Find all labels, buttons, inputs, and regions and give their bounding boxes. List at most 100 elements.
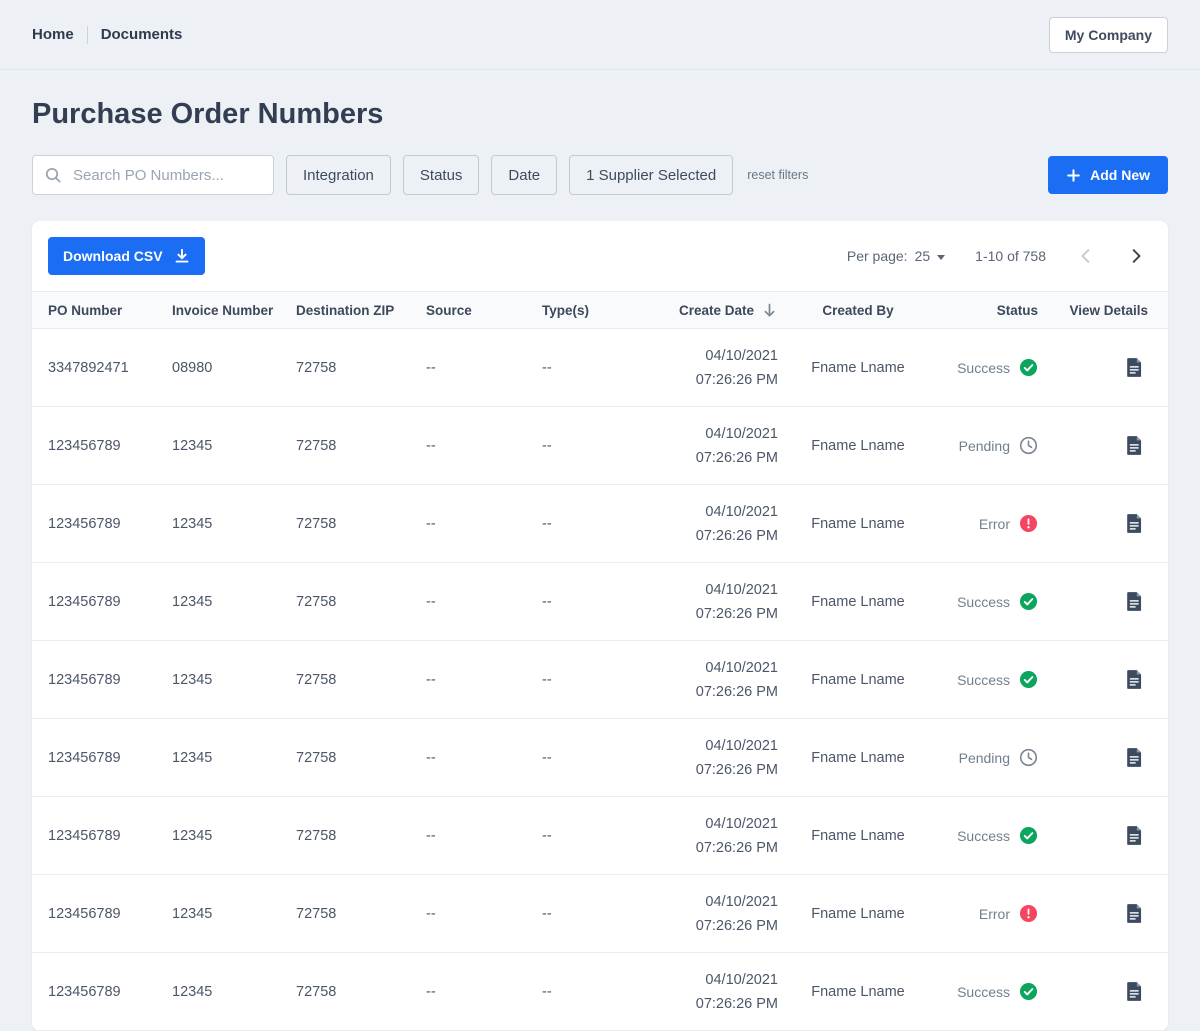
view-details-button[interactable] xyxy=(1127,670,1142,689)
po-number-cell: 123456789 xyxy=(48,437,121,454)
create-date-header-label: Create Date xyxy=(678,302,754,318)
filter-bar: Integration Status Date 1 Supplier Selec… xyxy=(32,155,1168,195)
created-by-cell: Fname Lname xyxy=(811,515,905,532)
view-details-button[interactable] xyxy=(1127,982,1142,1001)
breadcrumb-documents[interactable]: Documents xyxy=(101,26,183,43)
destination-zip-cell: 72758 xyxy=(296,749,337,766)
document-icon xyxy=(1127,904,1142,923)
document-icon xyxy=(1127,982,1142,1001)
types-cell: -- xyxy=(542,905,552,922)
po-number-cell: 123456789 xyxy=(48,515,121,532)
view-details-cell xyxy=(1038,826,1152,845)
po-number-cell: 123456789 xyxy=(48,983,121,1000)
table-header: PO Number Invoice Number Destination ZIP… xyxy=(32,291,1168,329)
create-date-cell: 04/10/2021 07:26:26 PM xyxy=(638,578,778,626)
view-details-cell xyxy=(1038,748,1152,767)
reset-filters-link[interactable]: reset filters xyxy=(747,168,808,182)
create-date-line: 04/10/2021 xyxy=(705,347,778,364)
column-header-destination-zip: Destination ZIP xyxy=(296,302,395,318)
po-number-cell: 123456789 xyxy=(48,749,121,766)
column-header-status: Status xyxy=(996,302,1038,318)
create-date-cell: 04/10/2021 07:26:26 PM xyxy=(638,422,778,470)
status-label: Success xyxy=(957,983,1010,1000)
destination-zip-cell: 72758 xyxy=(296,593,337,610)
status-label: Error xyxy=(978,905,1010,922)
destination-zip-cell: 72758 xyxy=(296,671,337,688)
status-label: Success xyxy=(957,593,1010,610)
plus-icon xyxy=(1066,168,1081,183)
status-cell: Pending xyxy=(938,748,1038,767)
search-box[interactable] xyxy=(32,155,274,195)
create-date-cell: 04/10/2021 07:26:26 PM xyxy=(638,500,778,548)
date-filter-button[interactable]: Date xyxy=(491,155,558,195)
types-cell: -- xyxy=(542,359,552,376)
add-new-button[interactable]: Add New xyxy=(1048,156,1168,194)
success-status-icon xyxy=(1019,592,1038,611)
column-header-po-number: PO Number xyxy=(48,302,123,318)
create-time-line: 07:26:26 PM xyxy=(695,527,778,544)
view-details-button[interactable] xyxy=(1127,592,1142,611)
breadcrumb-home[interactable]: Home xyxy=(32,26,74,43)
caret-down-icon xyxy=(937,254,946,260)
status-label: Pending xyxy=(958,749,1010,766)
pagination-range: 1-10 of 758 xyxy=(975,248,1046,264)
table-row: 123456789 12345 72758 -- -- 04/10/2021 0… xyxy=(32,797,1168,875)
types-cell: -- xyxy=(542,749,552,766)
create-time-line: 07:26:26 PM xyxy=(695,917,778,934)
invoice-number-cell: 12345 xyxy=(172,749,213,766)
create-date-line: 04/10/2021 xyxy=(705,971,778,988)
create-date-line: 04/10/2021 xyxy=(705,893,778,910)
status-cell: Pending xyxy=(938,436,1038,455)
search-input[interactable] xyxy=(71,165,261,185)
view-details-button[interactable] xyxy=(1127,826,1142,845)
pending-status-icon xyxy=(1019,748,1038,767)
success-status-icon xyxy=(1019,358,1038,377)
view-details-button[interactable] xyxy=(1127,436,1142,455)
create-date-line: 04/10/2021 xyxy=(705,503,778,520)
status-label: Pending xyxy=(958,437,1010,454)
view-details-cell xyxy=(1038,982,1152,1001)
per-page-select[interactable]: Per page: 25 xyxy=(847,248,946,264)
status-label: Error xyxy=(978,515,1010,532)
create-date-line: 04/10/2021 xyxy=(705,737,778,754)
invoice-number-cell: 12345 xyxy=(172,671,213,688)
view-details-button[interactable] xyxy=(1127,358,1142,377)
created-by-cell: Fname Lname xyxy=(811,671,905,688)
created-by-cell: Fname Lname xyxy=(811,983,905,1000)
status-label: Success xyxy=(957,671,1010,688)
document-icon xyxy=(1127,670,1142,689)
previous-page-button[interactable] xyxy=(1076,246,1096,266)
per-page-value: 25 xyxy=(914,248,931,264)
document-icon xyxy=(1127,748,1142,767)
source-cell: -- xyxy=(426,749,436,766)
view-details-button[interactable] xyxy=(1127,514,1142,533)
column-header-create-date[interactable]: Create Date xyxy=(638,302,778,319)
status-cell: Success xyxy=(938,826,1038,845)
create-date-cell: 04/10/2021 07:26:26 PM xyxy=(638,656,778,704)
created-by-cell: Fname Lname xyxy=(811,905,905,922)
destination-zip-cell: 72758 xyxy=(296,437,337,454)
source-cell: -- xyxy=(426,437,436,454)
types-cell: -- xyxy=(542,437,552,454)
view-details-button[interactable] xyxy=(1127,748,1142,767)
view-details-cell xyxy=(1038,514,1152,533)
invoice-number-cell: 08980 xyxy=(172,359,213,376)
destination-zip-cell: 72758 xyxy=(296,359,337,376)
integration-filter-button[interactable]: Integration xyxy=(286,155,391,195)
breadcrumb: Home Documents xyxy=(32,25,183,44)
next-page-button[interactable] xyxy=(1126,246,1146,266)
types-cell: -- xyxy=(542,671,552,688)
view-details-button[interactable] xyxy=(1127,904,1142,923)
my-company-button[interactable]: My Company xyxy=(1048,16,1168,53)
status-filter-button[interactable]: Status xyxy=(402,155,480,195)
po-number-cell: 3347892471 xyxy=(48,359,129,376)
source-cell: -- xyxy=(426,671,436,688)
status-cell: Success xyxy=(938,982,1038,1001)
create-date-cell: 04/10/2021 07:26:26 PM xyxy=(638,812,778,860)
supplier-filter-button[interactable]: 1 Supplier Selected xyxy=(569,155,734,195)
create-time-line: 07:26:26 PM xyxy=(695,371,778,388)
created-by-cell: Fname Lname xyxy=(811,749,905,766)
download-csv-button[interactable]: Download CSV xyxy=(48,237,205,275)
pager xyxy=(1076,246,1152,266)
types-cell: -- xyxy=(542,827,552,844)
